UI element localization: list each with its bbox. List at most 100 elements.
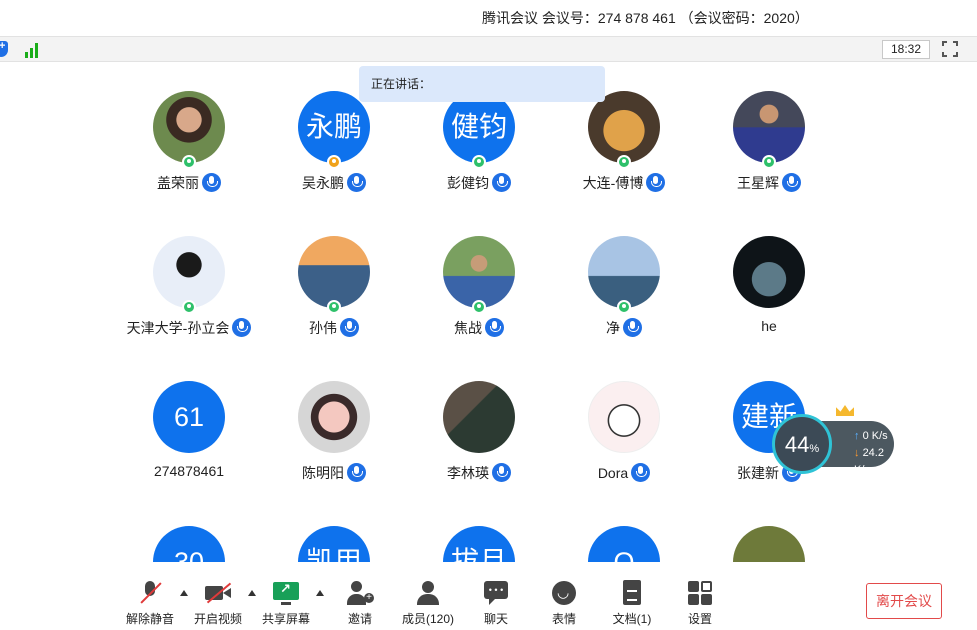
participant-tile[interactable]: Q [554,497,694,562]
members-icon [415,580,441,606]
fullscreen-icon[interactable] [942,41,958,57]
video-button[interactable]: 开启视频 [183,580,253,627]
participant-tile[interactable]: 天津大学-孙立会 [119,207,259,347]
avatar: 凯用 [298,526,370,562]
avatar [588,381,660,453]
mic-icon[interactable] [492,173,511,192]
mute-label: 解除静音 [125,612,174,626]
upload-speed: 0 K/s [862,430,888,442]
participant-tile[interactable]: 拔月 [409,497,549,562]
participant-tile[interactable]: 王星辉 [699,62,839,202]
participant-tile[interactable]: 61 274878461 [119,352,259,492]
participant-name: he [761,318,777,334]
share-options-arrow[interactable] [316,590,324,596]
emoji-label: 表情 [551,612,576,626]
participant-tile[interactable]: Dora [554,352,694,492]
camera-off-icon [205,580,231,606]
chat-icon [483,580,509,606]
participant-name: 张建新 [737,465,779,481]
avatar [733,236,805,308]
crown-icon [834,398,856,416]
mic-icon[interactable] [631,463,651,482]
mic-icon[interactable] [782,173,801,192]
mic-icon[interactable] [202,173,221,192]
network-quality-value: 44 [784,432,810,457]
download-arrow-icon: ↓ [854,447,860,459]
invite-icon: + [347,580,374,606]
participant-name: Dora [597,465,629,481]
mic-icon[interactable] [646,173,666,192]
participant-name: 274878461 [153,463,225,479]
mic-icon[interactable] [340,318,359,337]
avatar [298,236,370,308]
participant-name: 陈明阳 [302,465,344,481]
role-icon [472,300,486,314]
participant-name: 王星辉 [737,175,779,191]
participant-name: 大连-傅博 [582,175,644,191]
invite-button[interactable]: + 邀请 [325,580,395,627]
participant-tile[interactable]: 净 [554,207,694,347]
role-icon [182,300,196,314]
role-icon [762,155,776,169]
meeting-title: 腾讯会议 会议号：274 878 461 （会议密码：2020） [482,10,809,26]
participant-name: 孙伟 [309,320,337,336]
video-label: 开启视频 [193,612,242,626]
mic-icon[interactable] [347,463,366,482]
participant-tile[interactable] [699,497,839,562]
avatar: 永鹏 [298,91,370,163]
members-button[interactable]: 成员(120) [393,580,463,627]
members-label: 成员(120) [401,612,454,626]
avatar: Q [588,526,660,562]
share-screen-button[interactable]: 共享屏幕 [251,580,321,627]
role-icon [617,300,631,314]
avatar [298,381,370,453]
meeting-clock: 18:32 [882,40,930,59]
participant-tile[interactable]: 陈明阳 [264,352,404,492]
share-screen-label: 共享屏幕 [261,612,310,626]
avatar: 61 [153,381,225,453]
participant-name: 焦战 [454,320,482,336]
mic-icon[interactable] [232,318,252,337]
settings-label: 设置 [687,612,712,626]
participant-tile[interactable]: 盖荣丽 [119,62,259,202]
mic-muted-icon [137,580,163,606]
settings-button[interactable]: 设置 [665,580,735,627]
participant-grid: 盖荣丽 永鹏 吴永鹏 健钧 彭健钧 大连-傅博 王星辉 天津大学-孙立会 孙伟 … [0,62,977,562]
avatar [733,91,805,163]
mic-icon[interactable] [492,463,511,482]
signal-icon[interactable] [24,40,42,58]
leave-meeting-button[interactable]: 离开会议 [866,583,942,619]
chat-button[interactable]: 聊天 [461,580,531,627]
avatar: 拔月 [443,526,515,562]
role-icon [327,300,341,314]
participant-name: 盖荣丽 [157,175,199,191]
participant-name: 吴永鹏 [302,175,344,191]
participant-name: 天津大学-孙立会 [126,320,230,336]
participant-tile[interactable]: he [699,207,839,347]
avatar: 30 [153,526,225,562]
mic-icon[interactable] [485,318,504,337]
participant-tile[interactable]: 焦战 [409,207,549,347]
participant-tile[interactable]: 30 [119,497,259,562]
window-titlebar: 腾讯会议 会议号：274 878 461 （会议密码：2020） [0,0,977,36]
network-quality-gauge: 44% [772,414,832,474]
documents-button[interactable]: 文档(1) [597,580,667,627]
mute-button[interactable]: 解除静音 [115,580,185,627]
mic-icon[interactable] [623,318,642,337]
share-screen-icon [273,580,299,606]
security-shield-icon[interactable] [0,40,8,57]
participant-tile[interactable]: 李林瑛 [409,352,549,492]
role-icon [617,155,631,169]
invite-label: 邀请 [347,612,372,626]
participant-name: 彭健钧 [447,175,489,191]
document-icon [619,580,645,606]
avatar [443,236,515,308]
avatar [733,526,805,562]
settings-icon [687,580,713,606]
participant-tile[interactable]: 凯用 [264,497,404,562]
participant-tile[interactable]: 孙伟 [264,207,404,347]
mic-icon[interactable] [347,173,366,192]
documents-label: 文档(1) [612,612,652,626]
speaking-indicator: 正在讲话： [359,66,605,102]
emoji-button[interactable]: 表情 [529,580,599,627]
